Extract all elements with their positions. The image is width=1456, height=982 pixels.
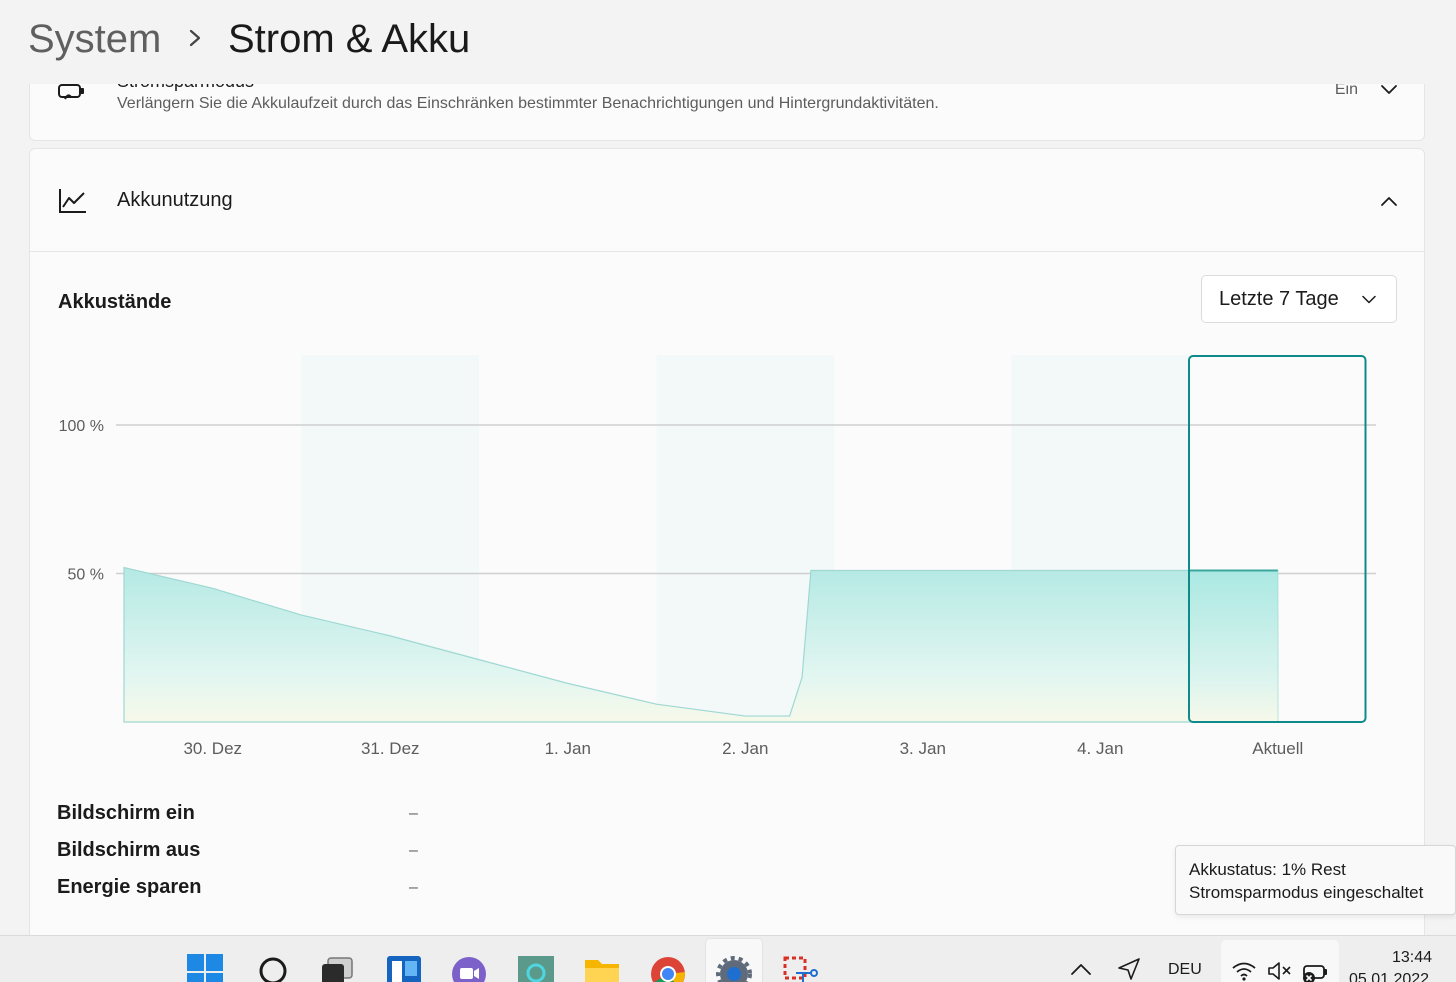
stat-screen-off-label: Bildschirm aus: [57, 839, 201, 861]
chevron-down-icon: [1362, 295, 1376, 304]
volume-muted-icon: [1268, 962, 1291, 980]
snipping-tool-icon[interactable]: [782, 954, 818, 982]
stat-screen-on-label: Bildschirm ein: [57, 802, 195, 824]
stat-energy-saver-value: –: [409, 879, 418, 896]
battery-usage-title: Akkunutzung: [117, 189, 233, 211]
taskbar: DEU 13:44 05.01.2022: [0, 935, 1456, 982]
battery-status-tooltip: Akkustatus: 1% Rest Stromsparmodus einge…: [1175, 845, 1456, 915]
battery-levels-title: Akkustände: [58, 291, 172, 313]
battery-saver-description: Verlängern Sie die Akkulaufzeit durch da…: [117, 95, 939, 112]
period-dropdown-label: Letzte 7 Tage: [1219, 288, 1339, 310]
chevron-right-icon: [189, 29, 201, 47]
clock-time[interactable]: 13:44: [1392, 949, 1432, 967]
settings-icon[interactable]: [716, 954, 752, 982]
location-icon[interactable]: [1116, 956, 1142, 982]
breadcrumb-system[interactable]: System: [28, 14, 161, 64]
stat-screen-on-value: –: [409, 805, 418, 822]
task-view-icon[interactable]: [320, 954, 356, 982]
page-header: System Strom & Akku: [0, 0, 1456, 84]
wifi-icon: [1232, 962, 1256, 981]
chevron-down-icon[interactable]: [1380, 83, 1398, 95]
chevron-up-icon[interactable]: [1070, 960, 1092, 978]
battery-critical-icon: [1303, 965, 1327, 982]
stat-energy-saver-label: Energie sparen: [57, 876, 202, 898]
tooltip-line-saver: Stromsparmodus eingeschaltet: [1189, 883, 1424, 902]
tooltip-line-battery: Akkustatus: 1% Rest: [1189, 860, 1346, 879]
battery-usage-header[interactable]: Akkunutzung: [30, 149, 1424, 252]
search-icon[interactable]: [256, 954, 292, 982]
chrome-icon[interactable]: [650, 954, 686, 982]
start-icon[interactable]: [187, 954, 223, 982]
widgets-icon[interactable]: [386, 954, 422, 982]
teams-chat-icon[interactable]: [451, 954, 487, 982]
language-indicator[interactable]: DEU: [1168, 961, 1202, 979]
quick-settings-button[interactable]: [1221, 940, 1339, 982]
period-dropdown[interactable]: Letzte 7 Tage: [1201, 275, 1397, 323]
file-explorer-icon[interactable]: [584, 954, 620, 982]
chevron-up-icon[interactable]: [1380, 195, 1398, 207]
page-title: Strom & Akku: [228, 17, 471, 61]
clock-date[interactable]: 05.01.2022: [1349, 971, 1429, 982]
stat-screen-off-value: –: [409, 842, 418, 859]
photos-icon[interactable]: [518, 954, 554, 982]
line-chart-icon: [59, 189, 86, 213]
